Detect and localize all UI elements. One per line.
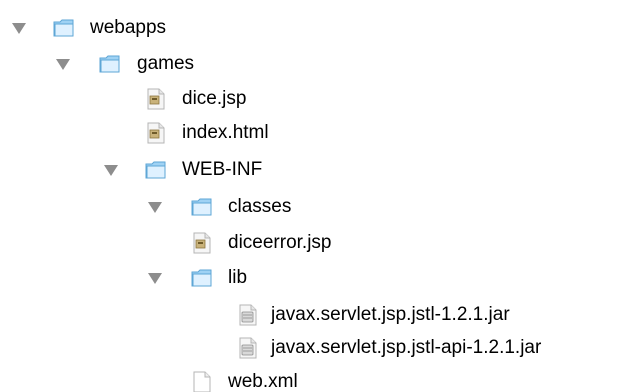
tree-row-web-xml[interactable]: web.xml — [0, 367, 642, 392]
tree-item-label: webapps — [90, 17, 167, 38]
disclosure-triangle-icon[interactable] — [148, 202, 162, 213]
file-tree: webapps games dice.jsp index.html WEB-IN… — [0, 0, 642, 392]
tree-item-label: classes — [228, 196, 292, 217]
tree-item-label: index.html — [182, 122, 269, 143]
tree-row-lib[interactable]: lib — [0, 263, 642, 293]
folder-icon — [190, 195, 214, 219]
tree-item-label: javax.servlet.jsp.jstl-api-1.2.1.jar — [271, 337, 542, 358]
disclosure-triangle-icon[interactable] — [12, 23, 26, 34]
tree-row-classes[interactable]: classes — [0, 192, 642, 222]
disclosure-triangle-icon[interactable] — [104, 165, 118, 176]
tree-item-label: dice.jsp — [182, 88, 247, 109]
tree-row-jstl-jar[interactable]: javax.servlet.jsp.jstl-1.2.1.jar — [0, 300, 642, 330]
folder-icon — [98, 52, 122, 76]
disclosure-triangle-icon[interactable] — [148, 273, 162, 284]
tree-item-label: javax.servlet.jsp.jstl-1.2.1.jar — [271, 304, 510, 325]
jar-file-icon — [236, 303, 260, 327]
tree-row-index-html[interactable]: index.html — [0, 118, 642, 148]
document-icon — [190, 370, 214, 392]
disclosure-triangle-icon[interactable] — [56, 59, 70, 70]
tree-item-label: diceerror.jsp — [228, 232, 332, 253]
tree-row-diceerror-jsp[interactable]: diceerror.jsp — [0, 228, 642, 258]
tree-row-games[interactable]: games — [0, 49, 642, 79]
folder-icon — [52, 16, 76, 40]
tree-row-dice-jsp[interactable]: dice.jsp — [0, 84, 642, 114]
tree-row-web-inf[interactable]: WEB-INF — [0, 155, 642, 185]
tree-item-label: web.xml — [228, 371, 298, 392]
tree-row-jstl-api-jar[interactable]: javax.servlet.jsp.jstl-api-1.2.1.jar — [0, 333, 642, 363]
jsp-file-icon — [190, 231, 214, 255]
folder-icon — [144, 158, 168, 182]
tree-item-label: lib — [228, 267, 248, 288]
jar-file-icon — [236, 336, 260, 360]
tree-item-label: WEB-INF — [182, 159, 263, 180]
jsp-file-icon — [144, 87, 168, 111]
html-file-icon — [144, 121, 168, 145]
tree-item-label: games — [137, 53, 195, 74]
folder-icon — [190, 266, 214, 290]
tree-row-webapps[interactable]: webapps — [0, 13, 642, 43]
